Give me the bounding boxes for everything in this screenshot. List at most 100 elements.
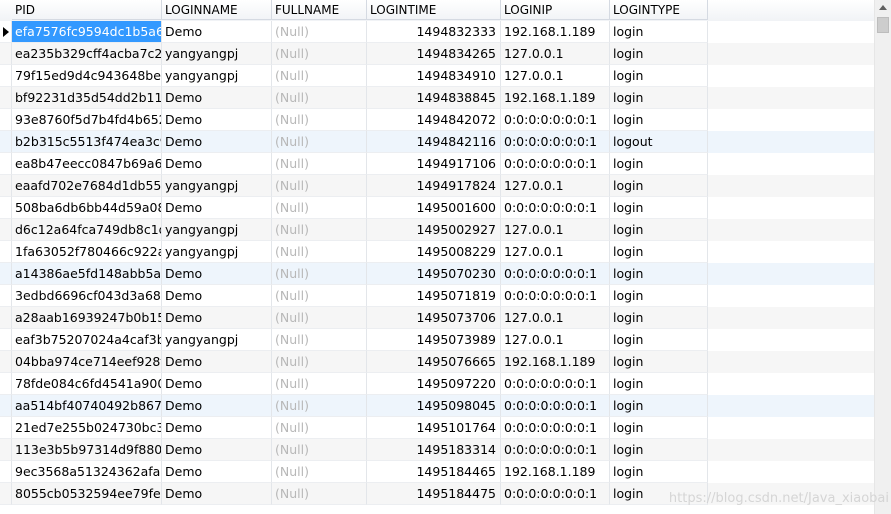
loginip-cell[interactable]: 0:0:0:0:0:0:0:1 bbox=[501, 109, 610, 131]
logintime-cell[interactable]: 1495002927 bbox=[367, 219, 501, 241]
logintype-cell[interactable]: login bbox=[610, 439, 708, 461]
column-header-fullname[interactable]: FULLNAME bbox=[272, 0, 367, 20]
loginip-cell[interactable]: 0:0:0:0:0:0:0:1 bbox=[501, 197, 610, 219]
fullname-cell[interactable]: (Null) bbox=[272, 109, 367, 131]
loginip-cell[interactable]: 0:0:0:0:0:0:0:1 bbox=[501, 439, 610, 461]
row-indicator-cell[interactable] bbox=[0, 175, 12, 197]
loginip-cell[interactable]: 0:0:0:0:0:0:0:1 bbox=[501, 263, 610, 285]
fullname-cell[interactable]: (Null) bbox=[272, 373, 367, 395]
row-indicator-cell[interactable] bbox=[0, 241, 12, 263]
loginname-cell[interactable]: Demo bbox=[162, 395, 272, 417]
loginname-cell[interactable]: yangyangpj bbox=[162, 175, 272, 197]
pid-cell[interactable]: 3edbd6696cf043d3a68ce1 bbox=[12, 285, 162, 307]
pid-cell[interactable]: a28aab16939247b0b15af bbox=[12, 307, 162, 329]
loginip-cell[interactable]: 0:0:0:0:0:0:0:1 bbox=[501, 395, 610, 417]
logintype-cell[interactable]: login bbox=[610, 263, 708, 285]
fullname-cell[interactable]: (Null) bbox=[272, 483, 367, 505]
loginname-cell[interactable]: Demo bbox=[162, 483, 272, 505]
logintype-cell[interactable]: login bbox=[610, 285, 708, 307]
table-row[interactable]: eaf3b75207024a4caf3bc6yangyangpj(Null)14… bbox=[0, 329, 874, 351]
loginname-cell[interactable]: Demo bbox=[162, 153, 272, 175]
loginip-cell[interactable]: 127.0.0.1 bbox=[501, 43, 610, 65]
pid-cell[interactable]: bf92231d35d54dd2b1199 bbox=[12, 87, 162, 109]
loginname-cell[interactable]: Demo bbox=[162, 109, 272, 131]
logintime-cell[interactable]: 1495101764 bbox=[367, 417, 501, 439]
table-row[interactable]: 1fa63052f780466c922ae4yangyangpj(Null)14… bbox=[0, 241, 874, 263]
pid-cell[interactable]: b2b315c5513f474ea3c948 bbox=[12, 131, 162, 153]
loginname-cell[interactable]: yangyangpj bbox=[162, 65, 272, 87]
row-indicator-cell[interactable] bbox=[0, 483, 12, 505]
logintime-cell[interactable]: 1494842116 bbox=[367, 131, 501, 153]
loginip-cell[interactable]: 0:0:0:0:0:0:0:1 bbox=[501, 483, 610, 505]
pid-cell[interactable]: 9ec3568a51324362afa1b3 bbox=[12, 461, 162, 483]
fullname-cell[interactable]: (Null) bbox=[272, 351, 367, 373]
loginip-cell[interactable]: 0:0:0:0:0:0:0:1 bbox=[501, 153, 610, 175]
row-indicator-cell[interactable] bbox=[0, 131, 12, 153]
logintime-cell[interactable]: 1495098045 bbox=[367, 395, 501, 417]
scrollbar-thumb[interactable] bbox=[877, 17, 889, 33]
logintime-cell[interactable]: 1494834910 bbox=[367, 65, 501, 87]
row-indicator-cell[interactable] bbox=[0, 153, 12, 175]
table-row[interactable]: 78fde084c6fd4541a900ff9Demo(Null)1495097… bbox=[0, 373, 874, 395]
pid-cell[interactable]: 1fa63052f780466c922ae4 bbox=[12, 241, 162, 263]
logintime-cell[interactable]: 1495184465 bbox=[367, 461, 501, 483]
logintype-cell[interactable]: login bbox=[610, 65, 708, 87]
fullname-cell[interactable]: (Null) bbox=[272, 43, 367, 65]
loginip-cell[interactable]: 0:0:0:0:0:0:0:1 bbox=[501, 373, 610, 395]
table-row[interactable]: 04bba974ce714eef928f94Demo(Null)14950766… bbox=[0, 351, 874, 373]
row-indicator-cell[interactable] bbox=[0, 329, 12, 351]
row-indicator-cell[interactable] bbox=[0, 219, 12, 241]
logintype-cell[interactable]: login bbox=[610, 21, 708, 43]
logintype-cell[interactable]: login bbox=[610, 307, 708, 329]
table-row[interactable]: ea235b329cff4acba7c2de yangyangpj (Null) 14… bbox=[0, 43, 874, 65]
loginname-cell[interactable]: yangyangpj bbox=[162, 241, 272, 263]
logintime-cell[interactable]: 1495073989 bbox=[367, 329, 501, 351]
pid-cell[interactable]: ea8b47eecc0847b69a61fa bbox=[12, 153, 162, 175]
table-row[interactable]: a28aab16939247b0b15af Demo (Null) 149507370… bbox=[0, 307, 874, 329]
loginname-cell[interactable]: Demo bbox=[162, 439, 272, 461]
loginname-cell[interactable]: Demo bbox=[162, 351, 272, 373]
pid-cell[interactable]: 79f15ed9d4c943648be83 bbox=[12, 65, 162, 87]
fullname-cell[interactable]: (Null) bbox=[272, 395, 367, 417]
fullname-cell[interactable]: (Null) bbox=[272, 307, 367, 329]
scroll-up-arrow-icon[interactable] bbox=[879, 5, 887, 10]
row-indicator-cell[interactable] bbox=[0, 43, 12, 65]
pid-cell[interactable]: 93e8760f5d7b4fd4b652e8 bbox=[12, 109, 162, 131]
fullname-cell[interactable]: (Null) bbox=[272, 65, 367, 87]
fullname-cell[interactable]: (Null) bbox=[272, 461, 367, 483]
fullname-cell[interactable]: (Null) bbox=[272, 153, 367, 175]
loginname-cell[interactable]: Demo bbox=[162, 87, 272, 109]
logintime-cell[interactable]: 1494917824 bbox=[367, 175, 501, 197]
table-row[interactable]: bf92231d35d54dd2b1199Demo(Null)149483884… bbox=[0, 87, 874, 109]
row-indicator-cell[interactable] bbox=[0, 65, 12, 87]
loginname-cell[interactable]: Demo bbox=[162, 373, 272, 395]
fullname-cell[interactable]: (Null) bbox=[272, 175, 367, 197]
logintime-cell[interactable]: 1494832333 bbox=[367, 21, 501, 43]
loginip-cell[interactable]: 127.0.0.1 bbox=[501, 219, 610, 241]
logintype-cell[interactable]: login bbox=[610, 395, 708, 417]
loginname-cell[interactable]: yangyangpj bbox=[162, 43, 272, 65]
row-indicator-cell[interactable] bbox=[0, 351, 12, 373]
column-header-logintime[interactable]: LOGINTIME bbox=[367, 0, 501, 20]
row-indicator-cell[interactable] bbox=[0, 461, 12, 483]
table-row[interactable]: 9ec3568a51324362afa1b3Demo(Null)14951844… bbox=[0, 461, 874, 483]
column-header-pid[interactable]: PID bbox=[12, 0, 162, 20]
loginip-cell[interactable]: 127.0.0.1 bbox=[501, 307, 610, 329]
pid-cell[interactable]: 78fde084c6fd4541a900ff9 bbox=[12, 373, 162, 395]
loginip-cell[interactable]: 127.0.0.1 bbox=[501, 65, 610, 87]
logintype-cell[interactable]: login bbox=[610, 461, 708, 483]
fullname-cell[interactable]: (Null) bbox=[272, 285, 367, 307]
table-row[interactable]: b2b315c5513f474ea3c948Demo(Null)14948421… bbox=[0, 131, 874, 153]
logintime-cell[interactable]: 1495008229 bbox=[367, 241, 501, 263]
logintype-cell[interactable]: login bbox=[610, 153, 708, 175]
pid-cell[interactable]: d6c12a64fca749db8c1d8 bbox=[12, 219, 162, 241]
pid-cell[interactable]: eaafd702e7684d1db5585 bbox=[12, 175, 162, 197]
logintype-cell[interactable]: login bbox=[610, 417, 708, 439]
pid-cell[interactable]: a14386ae5fd148abb5a3d bbox=[12, 263, 162, 285]
row-indicator-cell[interactable] bbox=[0, 373, 12, 395]
loginip-cell[interactable]: 127.0.0.1 bbox=[501, 329, 610, 351]
loginname-cell[interactable]: Demo bbox=[162, 285, 272, 307]
column-header-loginip[interactable]: LOGINIP bbox=[501, 0, 610, 20]
logintype-cell[interactable]: login bbox=[610, 87, 708, 109]
row-indicator-cell[interactable] bbox=[0, 395, 12, 417]
